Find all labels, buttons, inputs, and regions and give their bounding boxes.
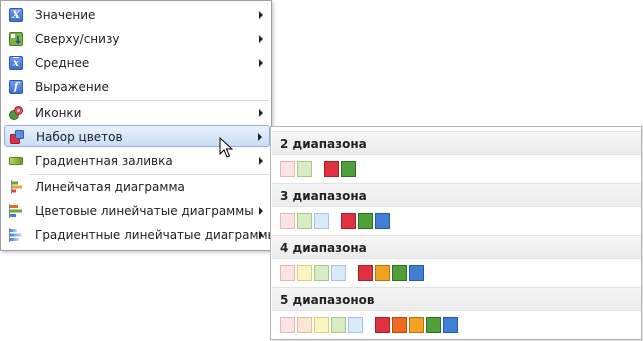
section-header: 5 диапазонов bbox=[272, 287, 641, 311]
color-swatch bbox=[280, 213, 295, 229]
color-scale-icon bbox=[10, 130, 24, 144]
menu-item-label: Линейчатая диаграмма bbox=[35, 180, 185, 194]
submenu-arrow-icon bbox=[258, 133, 262, 141]
color-data-bars-icon bbox=[9, 204, 23, 218]
color-swatch bbox=[297, 161, 312, 177]
menu-item-average[interactable]: x Среднее bbox=[4, 52, 270, 74]
color-swatch bbox=[297, 317, 312, 333]
menu-item-label: Значение bbox=[35, 8, 96, 22]
submenu-arrow-icon bbox=[259, 59, 263, 67]
x-average-icon: x bbox=[9, 56, 23, 70]
menu-item-label: Градиентная заливка bbox=[35, 154, 173, 168]
menu-separator bbox=[29, 174, 269, 175]
color-swatch bbox=[392, 265, 407, 281]
color-swatch bbox=[314, 213, 329, 229]
section-header: 4 диапазона bbox=[272, 235, 641, 259]
color-swatch bbox=[314, 317, 329, 333]
color-swatch bbox=[331, 317, 346, 333]
menu-item-label: Набор цветов bbox=[36, 130, 123, 144]
data-bar-icon bbox=[9, 180, 23, 194]
menu-separator bbox=[29, 100, 269, 101]
color-swatch bbox=[331, 265, 346, 281]
menu-item-top-bottom[interactable]: Сверху/снизу bbox=[4, 28, 270, 50]
section-header: 3 диапазона bbox=[272, 183, 641, 207]
menu-item-expression[interactable]: f Выражение bbox=[4, 76, 270, 98]
color-swatch bbox=[375, 265, 390, 281]
gradient-fill-icon bbox=[9, 154, 23, 168]
conditional-format-menu: X Значение Сверху/снизу x Среднее f Выра… bbox=[0, 0, 277, 251]
function-icon: f bbox=[9, 80, 23, 94]
color-swatch bbox=[297, 213, 312, 229]
menu-item-label: Сверху/снизу bbox=[35, 32, 120, 46]
color-swatch bbox=[341, 161, 356, 177]
submenu-arrow-icon bbox=[259, 157, 263, 165]
menu-item-label: Выражение bbox=[35, 80, 109, 94]
menu-item-gradient-data-bars[interactable]: Градиентные линейчатые диаграммы bbox=[4, 224, 277, 246]
menu-item-data-bar[interactable]: Линейчатая диаграмма bbox=[4, 176, 270, 198]
color-swatch bbox=[409, 317, 424, 333]
color-swatch bbox=[358, 213, 373, 229]
gradient-data-bars-icon bbox=[9, 228, 23, 242]
top-bottom-icon bbox=[9, 32, 23, 46]
icon-set-icon bbox=[9, 106, 23, 120]
menu-item-value[interactable]: X Значение bbox=[4, 4, 270, 26]
color-swatch bbox=[341, 213, 356, 229]
menu-item-label: Среднее bbox=[35, 56, 90, 70]
section-title: 2 диапазона bbox=[280, 137, 367, 151]
menu-item-label: Цветовые линейчатые диаграммы bbox=[35, 204, 254, 218]
submenu-arrow-icon bbox=[259, 207, 263, 215]
submenu-arrow-icon bbox=[259, 231, 263, 239]
menu-item-color-data-bars[interactable]: Цветовые линейчатые диаграммы bbox=[4, 200, 270, 222]
menu-item-label: Иконки bbox=[35, 106, 82, 120]
section-title: 5 диапазонов bbox=[280, 293, 375, 307]
color-swatch bbox=[280, 161, 295, 177]
color-swatch bbox=[314, 265, 329, 281]
color-swatch bbox=[443, 317, 458, 333]
submenu-arrow-icon bbox=[259, 109, 263, 117]
color-scale-submenu: 2 диапазона 3 диапазона 4 диапазона 5 диапа… bbox=[270, 126, 642, 340]
color-swatch bbox=[297, 265, 312, 281]
color-swatch bbox=[358, 265, 373, 281]
section-title: 4 диапазона bbox=[280, 241, 367, 255]
menu-item-label: Градиентные линейчатые диаграммы bbox=[35, 228, 278, 242]
submenu-arrow-icon bbox=[259, 35, 263, 43]
color-swatch bbox=[375, 213, 390, 229]
mouse-cursor-icon bbox=[219, 137, 234, 158]
color-swatch bbox=[375, 317, 390, 333]
color-swatch bbox=[426, 317, 441, 333]
menu-item-icons[interactable]: Иконки bbox=[4, 102, 270, 124]
color-swatch bbox=[409, 265, 424, 281]
color-swatch bbox=[324, 161, 339, 177]
submenu-arrow-icon bbox=[259, 11, 263, 19]
color-swatch bbox=[392, 317, 407, 333]
color-swatch bbox=[348, 317, 363, 333]
x-value-icon: X bbox=[9, 8, 23, 22]
section-header: 2 диапазона bbox=[272, 131, 641, 155]
section-title: 3 диапазона bbox=[280, 189, 367, 203]
color-swatch bbox=[280, 317, 295, 333]
color-swatch bbox=[280, 265, 295, 281]
